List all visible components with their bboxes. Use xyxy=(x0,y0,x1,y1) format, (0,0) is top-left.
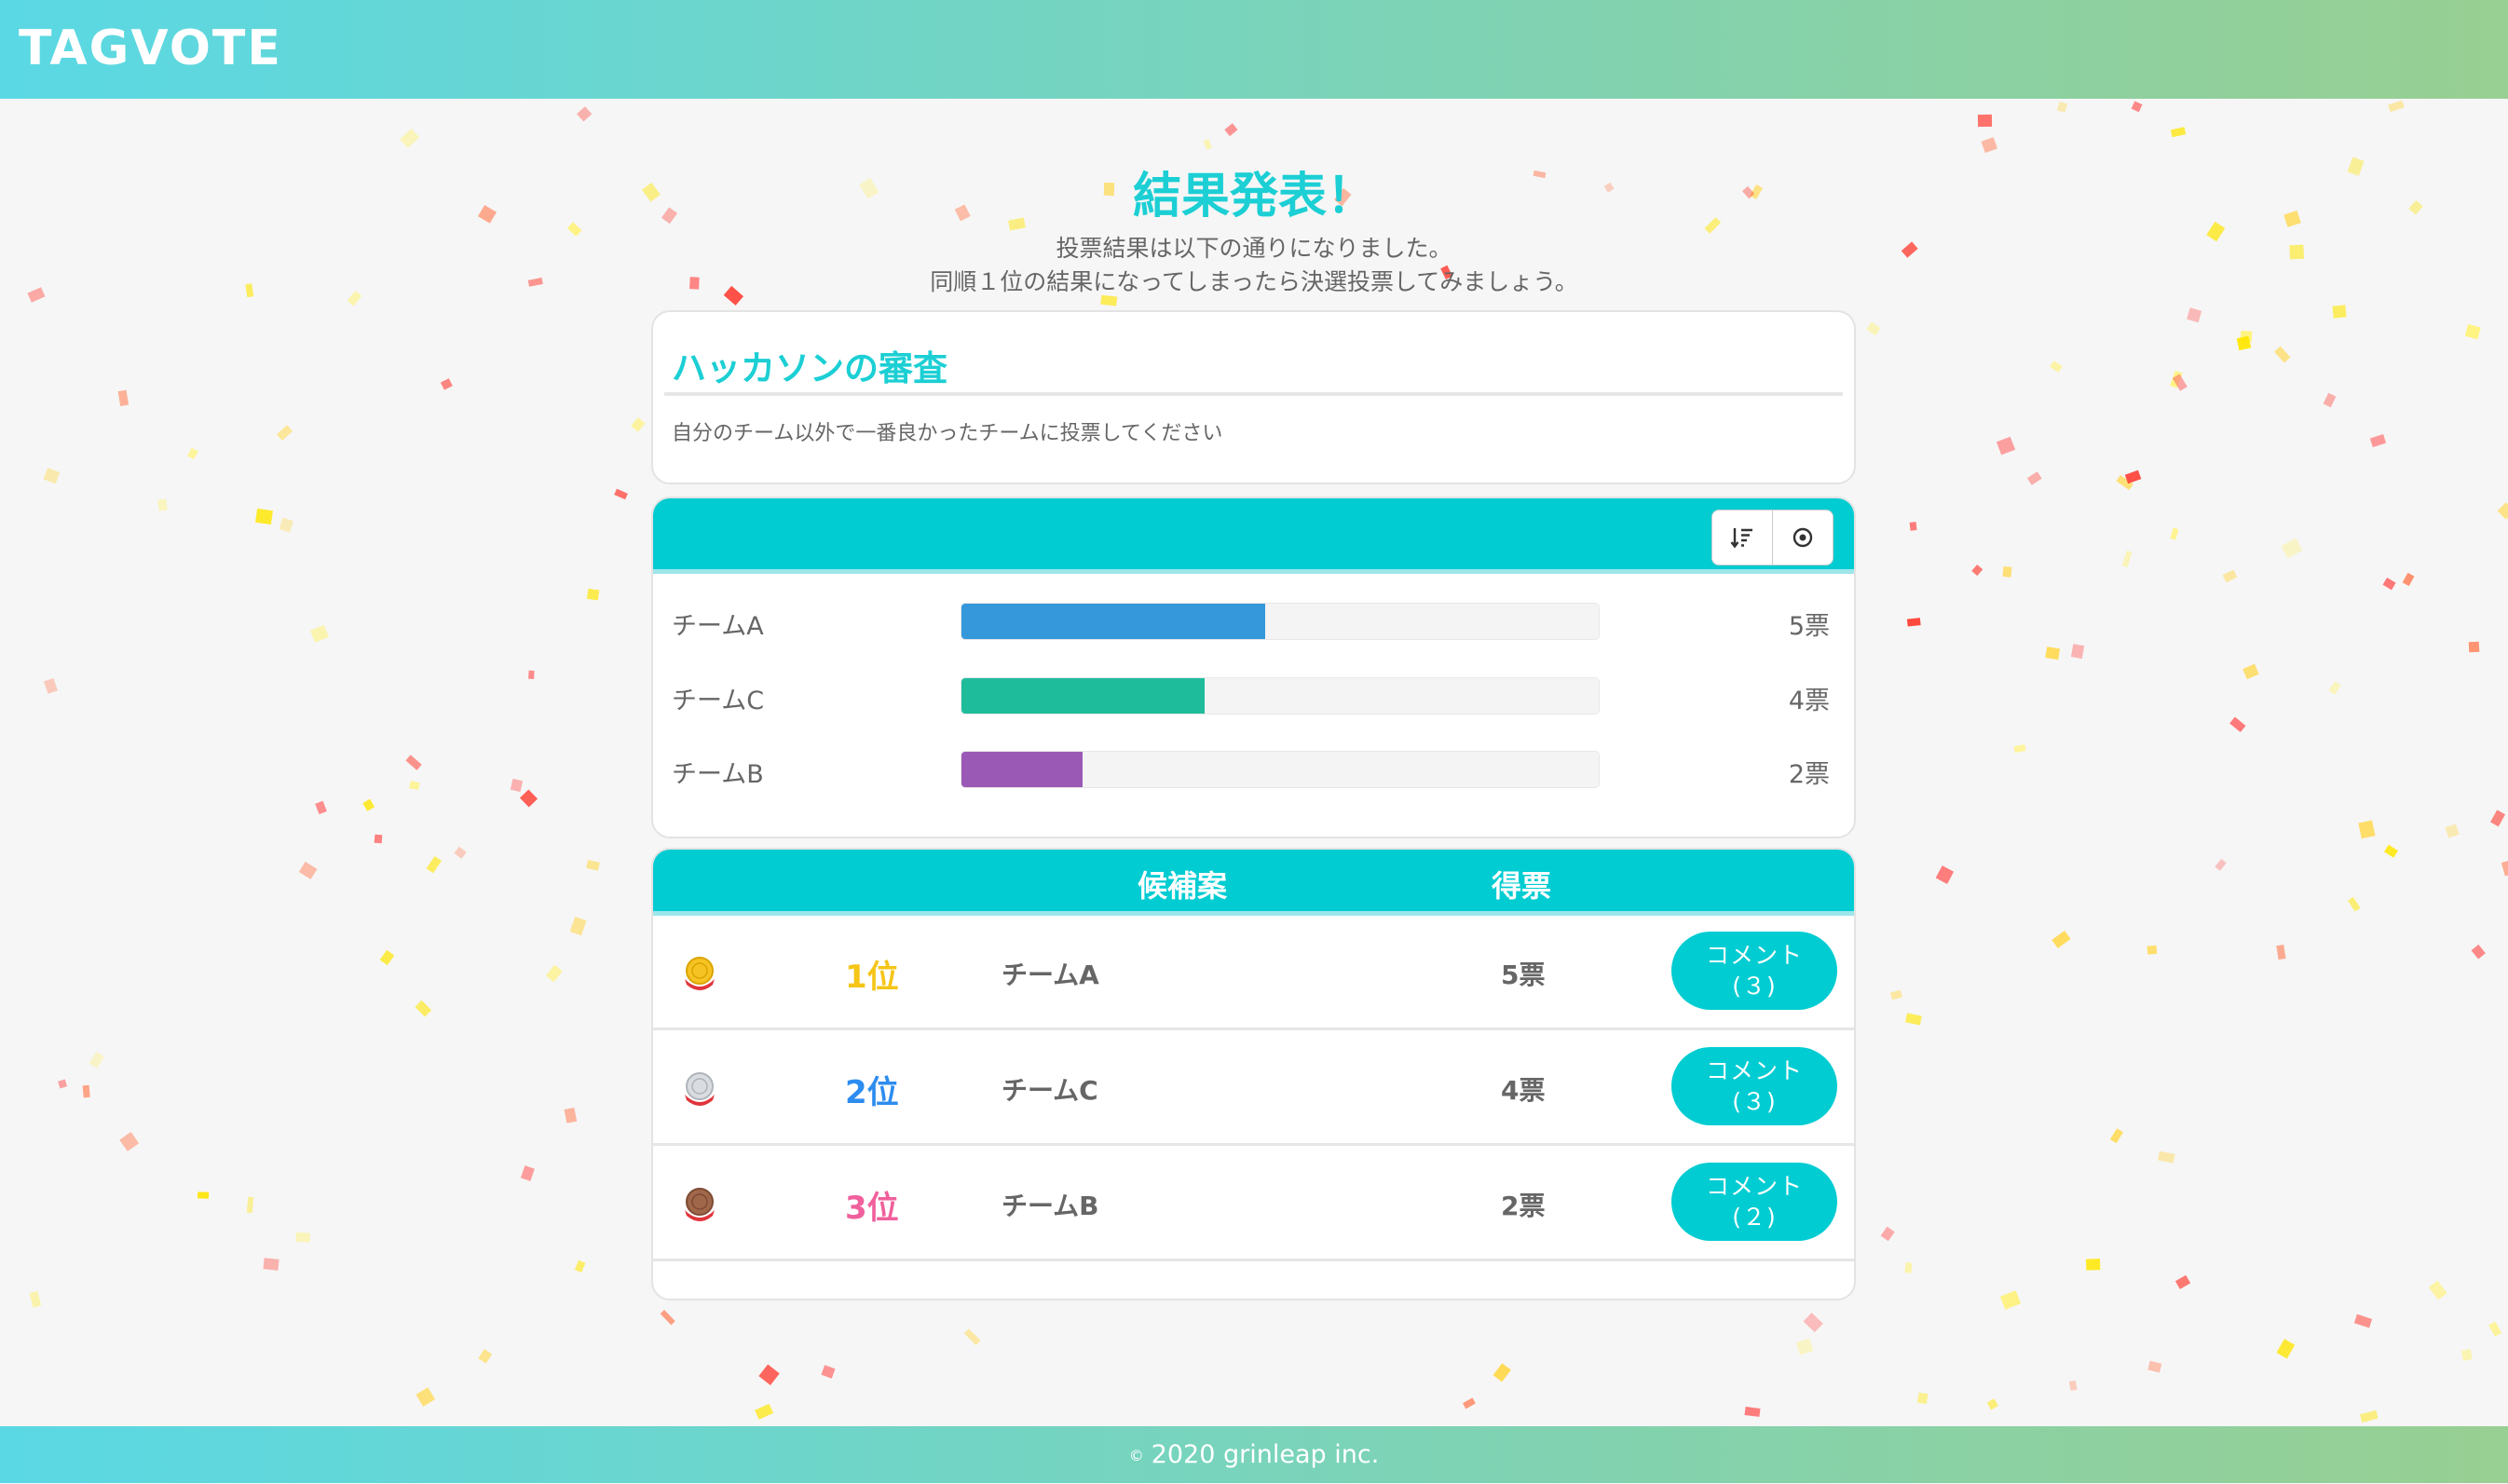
chart-toolbar xyxy=(1711,510,1833,565)
comment-button[interactable]: コメント(３) xyxy=(1671,932,1837,1010)
question-divider xyxy=(664,392,1843,396)
bar-track xyxy=(961,751,1600,788)
chart-header xyxy=(653,498,1854,574)
app-footer: © 2020 grinleap inc. xyxy=(0,1426,2508,1483)
result-message-2: 同順１位の結果になってしまったら決選投票してみましょう。 xyxy=(930,268,1578,295)
column-header-candidate: 候補案 xyxy=(1138,868,1228,904)
rank-label: 2位 xyxy=(845,1074,899,1111)
result-message-1: 投票結果は以下の通りになりました。 xyxy=(1056,235,1452,262)
bar-fill xyxy=(961,604,1265,639)
table-row: 1位 チームA 5票 コメント(３) xyxy=(653,916,1854,1030)
bar-row: チームC 4票 xyxy=(653,673,1854,719)
question-title: ハッカソンの審査 xyxy=(672,348,947,388)
result-chart-card: チームA 5票チームC 4票チームB 2票 xyxy=(651,497,1856,838)
candidate-name: チームC xyxy=(1002,1075,1098,1106)
silver-medal-icon xyxy=(681,1069,718,1108)
bar-fill xyxy=(961,752,1084,787)
copyright-text: 2020 grinleap inc. xyxy=(1151,1440,1380,1469)
sort-descending-icon[interactable] xyxy=(1712,511,1772,565)
column-header-votes: 得票 xyxy=(1492,868,1552,904)
bar-row: チームB 2票 xyxy=(653,746,1854,793)
vote-count: 2票 xyxy=(1501,1191,1546,1221)
question-description: 自分のチーム以外で一番良かったチームに投票してください xyxy=(672,422,1223,445)
question-card: ハッカソンの審査 自分のチーム以外で一番良かったチームに投票してください xyxy=(651,310,1856,484)
copyright-icon: © xyxy=(1128,1447,1144,1464)
rank-label: 3位 xyxy=(845,1190,899,1227)
table-row: 3位 チームB 2票 コメント(２) xyxy=(653,1147,1854,1261)
bar-track xyxy=(961,603,1600,640)
app-header: TAGVOTE xyxy=(0,0,2508,99)
bar-value-label: 5票 xyxy=(1788,612,1830,641)
tagvote-logo[interactable]: TAGVOTE xyxy=(19,20,282,76)
rank-label: 1位 xyxy=(845,959,899,996)
bar-track xyxy=(961,677,1600,715)
comment-button[interactable]: コメント(２) xyxy=(1671,1163,1837,1241)
result-title: 結果発表！ xyxy=(1132,169,1375,225)
bar-value-label: 2票 xyxy=(1788,760,1830,789)
vote-count: 4票 xyxy=(1501,1075,1546,1106)
bar-row: チームA 5票 xyxy=(653,598,1854,645)
table-header: 候補案 得票 xyxy=(653,850,1854,916)
gold-medal-icon xyxy=(681,953,718,992)
vote-count: 5票 xyxy=(1501,960,1546,990)
comment-button[interactable]: コメント(３) xyxy=(1671,1047,1837,1125)
bar-value-label: 4票 xyxy=(1788,687,1830,715)
table-row: 2位 チームC 4票 コメント(３) xyxy=(653,1031,1854,1146)
bar-fill xyxy=(961,678,1205,714)
bronze-medal-icon xyxy=(681,1184,718,1223)
candidate-name: チームB xyxy=(1002,1191,1099,1221)
ranking-table: 候補案 得票 1位 チームA 5票 コメント(３) 2位 チームC 4票 コメント(３) 3位チ… xyxy=(651,848,1856,1300)
bar-label: チームC xyxy=(672,687,765,715)
bar-label: チームB xyxy=(672,760,764,789)
bar-label: チームA xyxy=(672,612,764,641)
target-icon[interactable] xyxy=(1772,511,1833,565)
candidate-name: チームA xyxy=(1002,960,1099,990)
